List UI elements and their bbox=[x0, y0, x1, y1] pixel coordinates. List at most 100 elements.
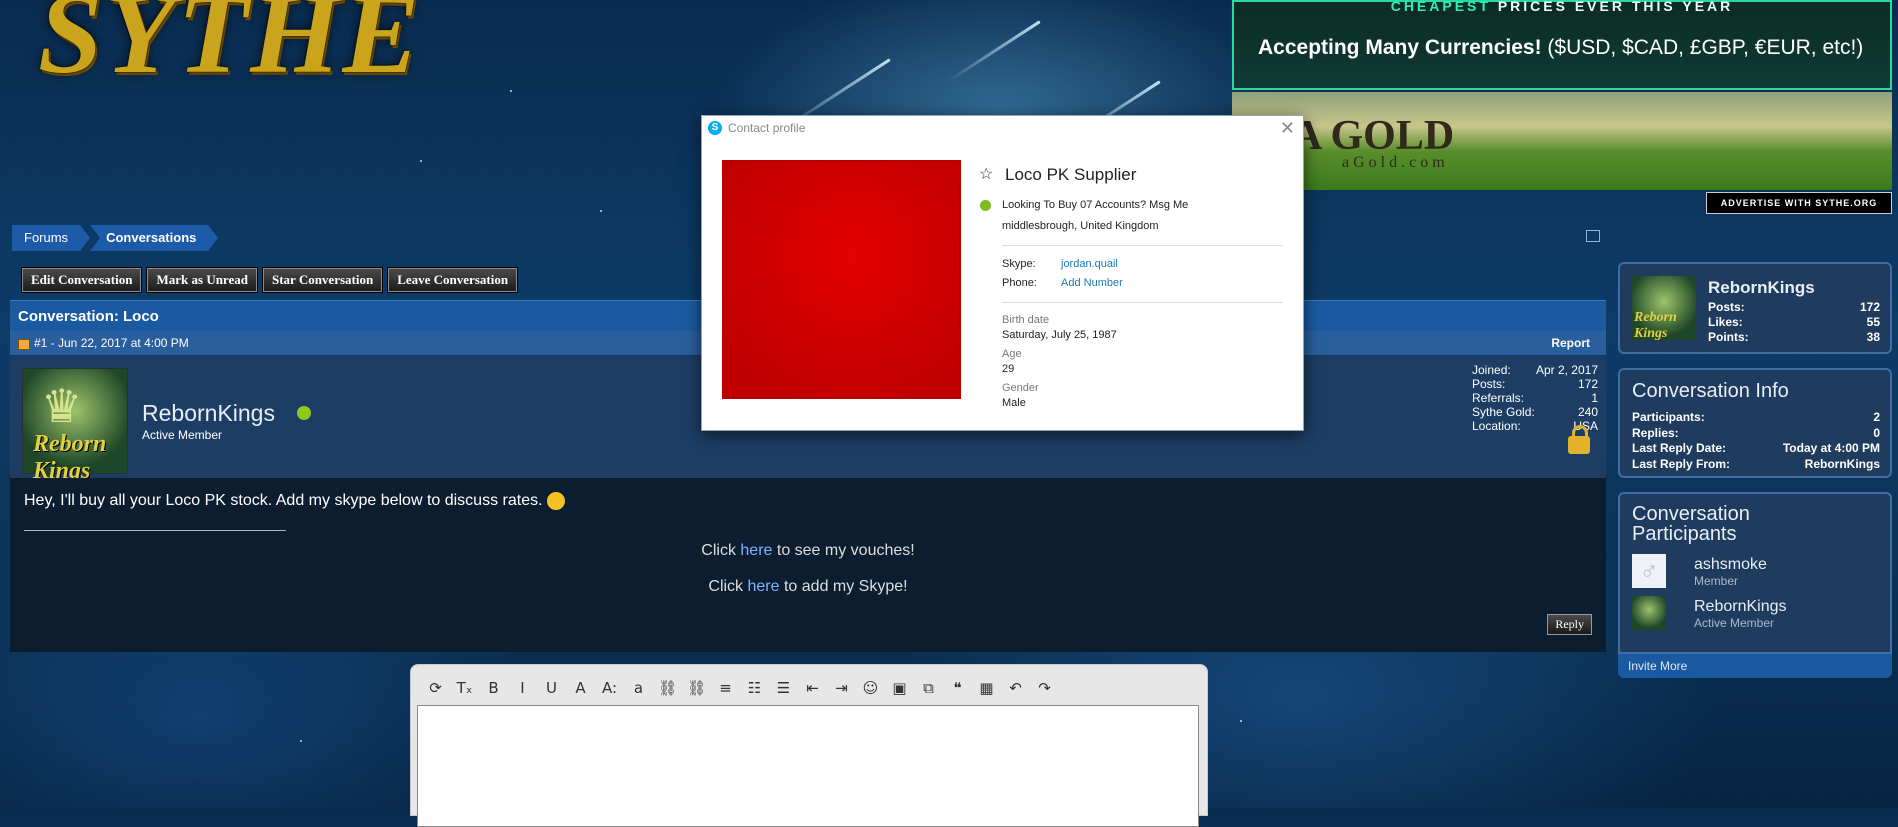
add-number-link[interactable]: Add Number bbox=[1061, 277, 1123, 289]
background-star bbox=[300, 740, 302, 742]
stat-row: Likes: 55 bbox=[1708, 315, 1880, 329]
info-row: Last Reply From: RebornKings bbox=[1632, 456, 1880, 471]
remove-format-icon[interactable]: ⟳ bbox=[421, 677, 450, 699]
font-size-icon[interactable]: A: bbox=[595, 677, 624, 699]
editor-toolbar: ⟳ Tₓ B I U A A: a ⛓ ⛓ ≡ ☷ ☰ ⇤ ⇥ ☺ ▣ ⧉ ❝ ▦ ↶ ↷ bbox=[421, 677, 1059, 699]
reply-button[interactable]: Reply bbox=[1547, 614, 1592, 635]
link-icon[interactable]: ⛓ bbox=[653, 677, 682, 699]
avatar[interactable]: ♛ Reborn Kings bbox=[22, 368, 128, 484]
close-icon[interactable]: ✕ bbox=[1280, 118, 1295, 139]
ad-tagline: CHEAPEST PRICES EVER THIS YEAR bbox=[1390, 0, 1734, 14]
info-row: Participants: 2 bbox=[1632, 410, 1880, 424]
participant-name[interactable]: ashsmoke bbox=[1694, 556, 1767, 574]
online-status-icon bbox=[980, 200, 991, 211]
post-permalink[interactable]: #1 - Jun 22, 2017 at 4:00 PM bbox=[34, 336, 189, 350]
gold-ad-banner[interactable]: A GOLD aGold.com bbox=[1232, 92, 1892, 190]
align-icon[interactable]: ≡ bbox=[711, 677, 740, 699]
user-stats: Joined: Apr 2, 2017 Posts: 172 Referrals: 1… bbox=[1472, 363, 1598, 433]
skype-link[interactable]: here bbox=[748, 578, 780, 595]
mark-unread-button[interactable]: Mark as Unread bbox=[147, 268, 257, 292]
dialog-divider bbox=[1002, 302, 1283, 303]
save-icon[interactable]: ▦ bbox=[972, 677, 1001, 699]
italic-icon[interactable]: I bbox=[508, 677, 537, 699]
signature-divider bbox=[24, 530, 286, 531]
background-star bbox=[420, 160, 422, 162]
smiley-icon[interactable]: ☺ bbox=[856, 677, 885, 699]
skype-icon: S bbox=[708, 121, 722, 135]
background-star bbox=[510, 90, 512, 92]
participant-role: Member bbox=[1694, 574, 1739, 588]
redo-icon[interactable]: ↷ bbox=[1030, 677, 1059, 699]
participant-avatar bbox=[1632, 596, 1666, 630]
currency-ad-banner[interactable]: CHEAPEST PRICES EVER THIS YEAR Accepting… bbox=[1232, 0, 1892, 90]
contact-location: middlesbrough, United Kingdom bbox=[1002, 220, 1159, 232]
participants-box: Conversation Participants ♂ ashsmoke Mem… bbox=[1618, 492, 1892, 654]
star-conversation-button[interactable]: Star Conversation bbox=[262, 268, 383, 292]
ad-brand-url: aGold.com bbox=[1342, 154, 1449, 171]
participant-role: Active Member bbox=[1694, 616, 1775, 630]
background-star bbox=[600, 210, 602, 212]
avatar-text: Reborn Kings bbox=[1634, 310, 1677, 341]
reply-textarea[interactable] bbox=[417, 705, 1199, 827]
smiley-icon bbox=[546, 492, 565, 510]
dialog-titlebar[interactable]: S Contact profile ✕ bbox=[702, 116, 1303, 140]
number-list-icon[interactable]: ☰ bbox=[769, 677, 798, 699]
outdent-icon[interactable]: ⇤ bbox=[798, 677, 827, 699]
conversation-actions: Edit Conversation Mark as Unread Star Co… bbox=[22, 268, 518, 292]
conversation-info-rows: Participants: 2 Replies: 0 Last Reply Date… bbox=[1632, 410, 1880, 472]
sidebar-user-stats: Posts: 172 Likes: 55 Points: 38 bbox=[1708, 300, 1880, 345]
post-icon bbox=[18, 339, 30, 350]
skype-contact-dialog: S Contact profile ✕ ☆ Loco PK Supplier L… bbox=[701, 115, 1304, 431]
unlink-icon[interactable]: ⛓ bbox=[682, 677, 711, 699]
dialog-title: Contact profile bbox=[728, 121, 806, 135]
birth-date-value: Saturday, July 25, 1987 bbox=[1002, 329, 1117, 341]
bold-icon[interactable]: B bbox=[479, 677, 508, 699]
breadcrumb-forums[interactable]: Forums bbox=[12, 225, 91, 251]
text-color-icon[interactable]: A bbox=[566, 677, 595, 699]
star-icon[interactable]: ☆ bbox=[979, 164, 993, 184]
sidebar-username[interactable]: RebornKings bbox=[1708, 278, 1815, 298]
media-icon[interactable]: ⧉ bbox=[914, 677, 943, 699]
invite-more-link[interactable]: Invite More bbox=[1618, 654, 1892, 678]
bullet-list-icon[interactable]: ☷ bbox=[740, 677, 769, 699]
vouches-link[interactable]: here bbox=[740, 542, 772, 559]
vouches-line: Click here to see my vouches! bbox=[701, 542, 915, 559]
underline-icon[interactable]: U bbox=[537, 677, 566, 699]
age-value: 29 bbox=[1002, 363, 1015, 375]
participant-item[interactable]: ♂ ashsmoke Member bbox=[1632, 554, 1880, 590]
stat-row: Points: 38 bbox=[1708, 330, 1880, 344]
stat-row: Referrals: 1 bbox=[1472, 391, 1598, 405]
participant-name[interactable]: RebornKings bbox=[1694, 598, 1787, 616]
sidebar-user-box: Reborn Kings RebornKings Posts: 172 Likes… bbox=[1618, 262, 1892, 354]
skype-id-link[interactable]: jordan.quail bbox=[1061, 258, 1118, 270]
reply-editor: ⟳ Tₓ B I U A A: a ⛓ ⛓ ≡ ☷ ☰ ⇤ ⇥ ☺ ▣ ⧉ ❝ ▦ ↶ ↷ bbox=[410, 664, 1208, 827]
undo-icon[interactable]: ↶ bbox=[1001, 677, 1030, 699]
dialog-divider bbox=[1002, 245, 1283, 246]
info-row: Replies: 0 bbox=[1632, 425, 1880, 440]
indent-icon[interactable]: ⇥ bbox=[827, 677, 856, 699]
font-family-icon[interactable]: a bbox=[624, 677, 653, 699]
age-label: Age bbox=[1002, 348, 1022, 360]
username-link[interactable]: RebornKings bbox=[142, 400, 275, 427]
advertise-link[interactable]: ADVERTISE WITH SYTHE.ORG bbox=[1706, 192, 1892, 214]
participant-item[interactable]: RebornKings Active Member bbox=[1632, 596, 1880, 632]
gender-label: Gender bbox=[1002, 382, 1039, 394]
message-text: Hey, I'll buy all your Loco PK stock. Ad… bbox=[24, 492, 565, 510]
expand-icon[interactable] bbox=[1586, 230, 1600, 242]
sidebar-avatar[interactable]: Reborn Kings bbox=[1632, 276, 1696, 341]
breadcrumb: Forums Conversations bbox=[12, 225, 219, 251]
report-link[interactable]: Report bbox=[1551, 336, 1590, 350]
leave-conversation-button[interactable]: Leave Conversation bbox=[388, 268, 518, 292]
stat-row: Posts: 172 bbox=[1708, 300, 1880, 314]
breadcrumb-conversations[interactable]: Conversations bbox=[90, 225, 219, 251]
clear-format-icon[interactable]: Tₓ bbox=[450, 677, 479, 699]
skype-label: Skype: bbox=[1002, 258, 1036, 270]
participants-title: Conversation Participants bbox=[1632, 503, 1750, 545]
quote-icon[interactable]: ❝ bbox=[943, 677, 972, 699]
info-row: Last Reply Date: Today at 4:00 PM bbox=[1632, 441, 1880, 455]
contact-mood: Looking To Buy 07 Accounts? Msg Me bbox=[1002, 199, 1189, 211]
image-icon[interactable]: ▣ bbox=[885, 677, 914, 699]
sythe-logo[interactable]: SYTHE bbox=[38, 0, 422, 101]
edit-conversation-button[interactable]: Edit Conversation bbox=[22, 268, 142, 292]
ad-currencies: Accepting Many Currencies! ($USD, $CAD, … bbox=[1258, 36, 1864, 59]
